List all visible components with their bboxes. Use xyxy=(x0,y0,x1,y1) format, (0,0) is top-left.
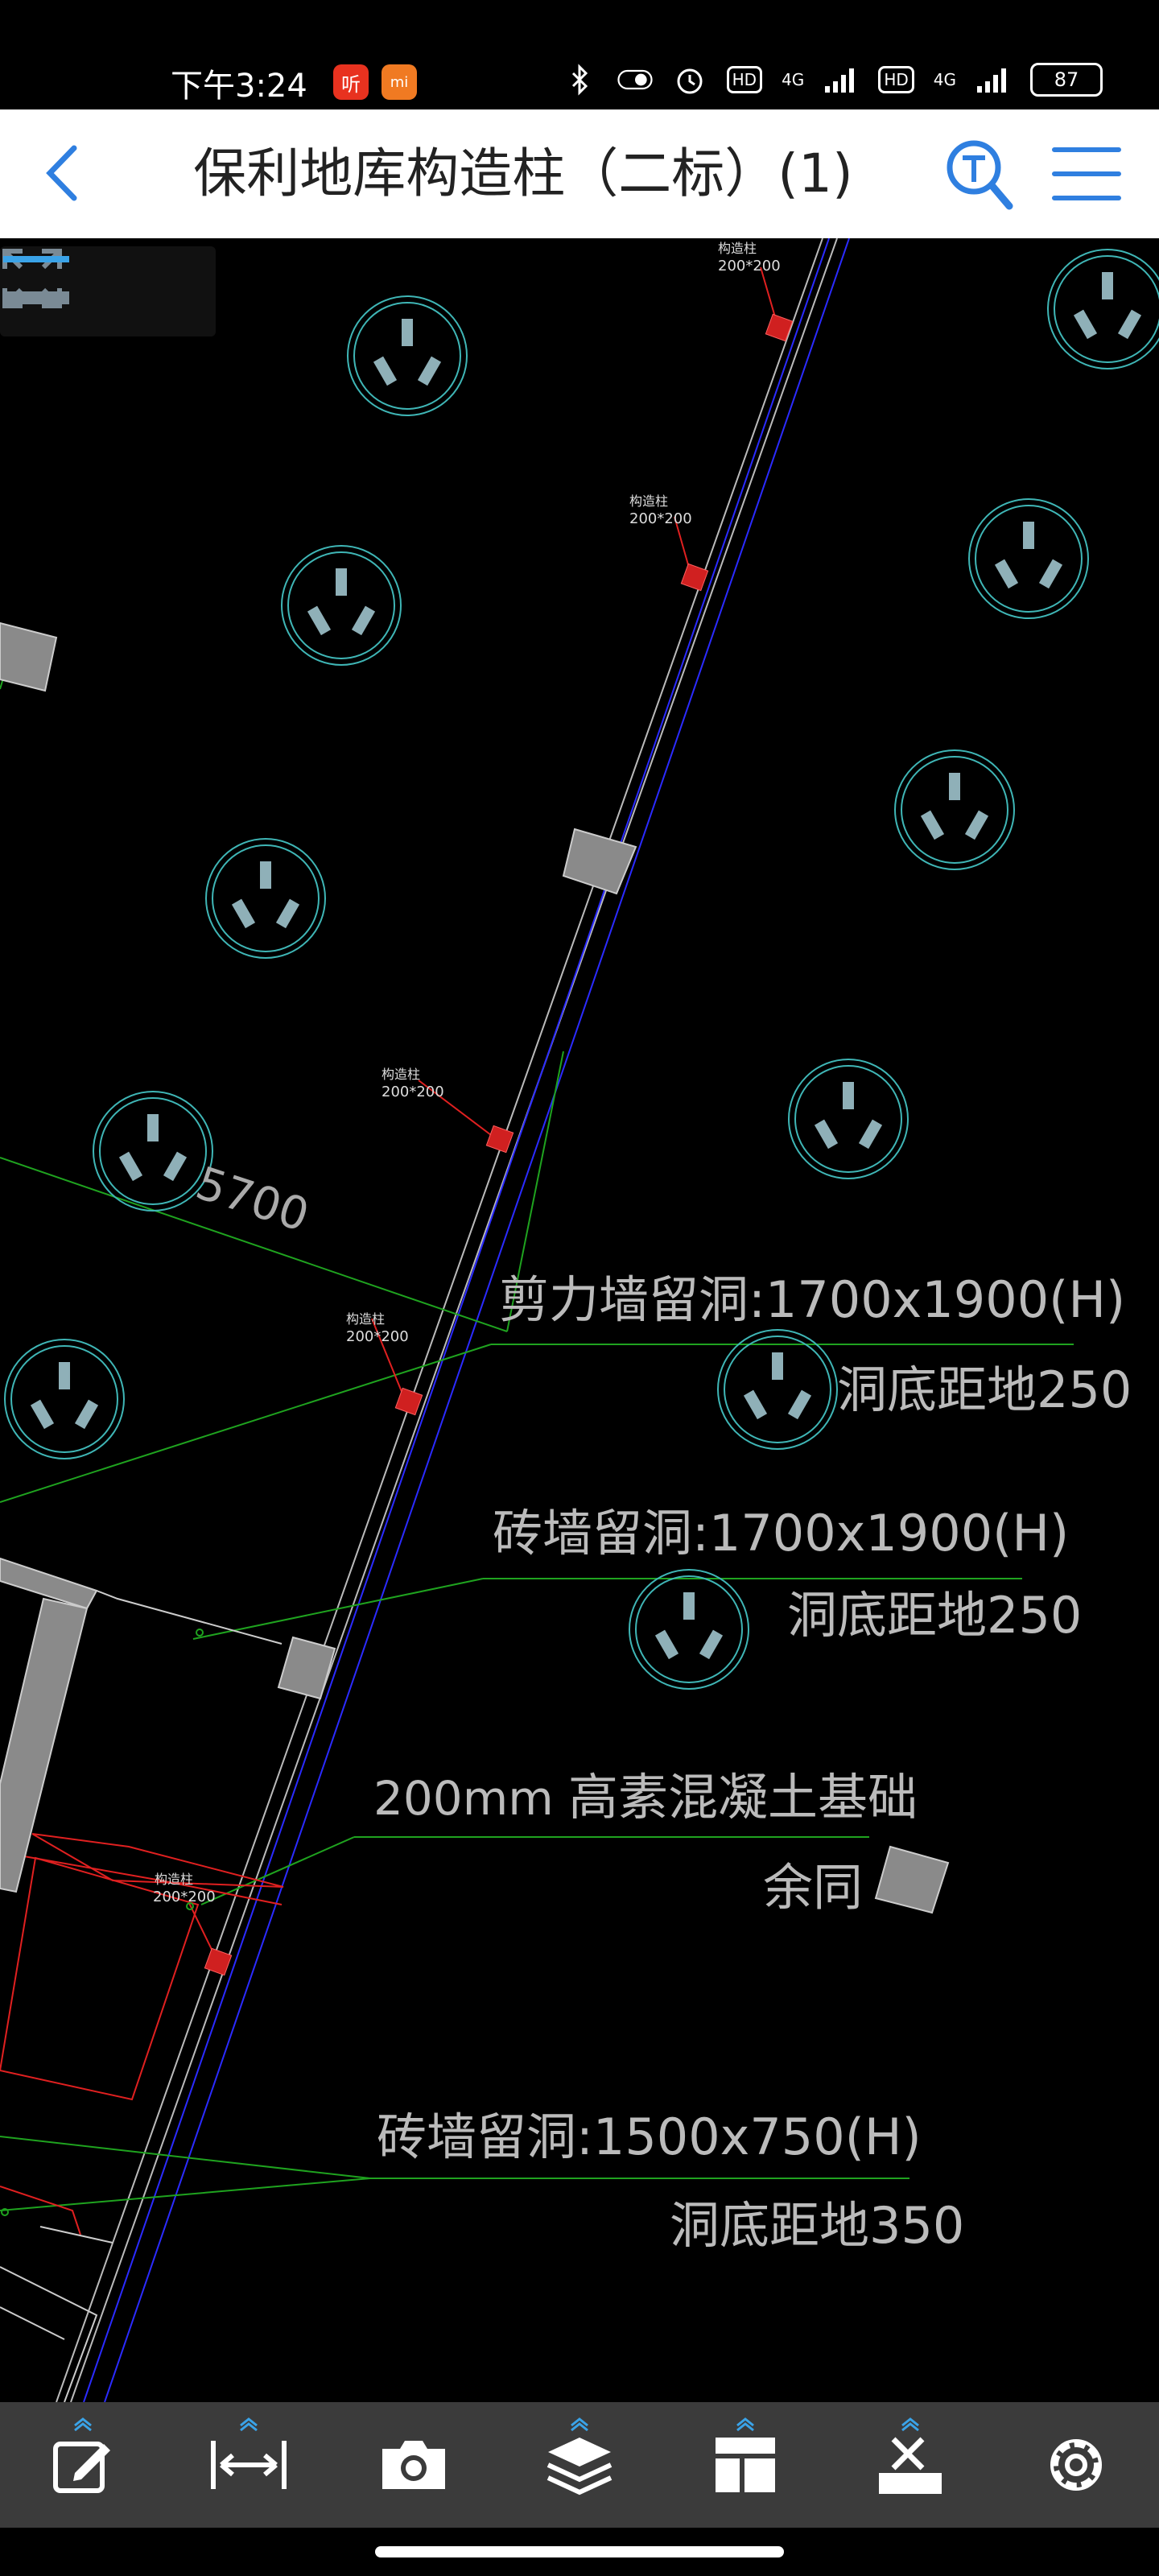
notification-badge-mi: mi xyxy=(382,64,417,100)
status-bar: 下午3:24 听 mi HD 4G HD 4G 87 xyxy=(0,0,1159,109)
layout-button[interactable] xyxy=(697,2413,794,2517)
settings-icon xyxy=(1050,2439,1103,2491)
thickness-note: 200mm xyxy=(373,1771,554,1826)
red-details xyxy=(0,266,778,2235)
app-header: 保利地库构造柱（二标）(1) xyxy=(0,109,1159,240)
brick-wall-hole-note: 砖墙留洞:1700x1900(H) xyxy=(493,1504,1069,1563)
leader-lines xyxy=(0,656,1074,2211)
toolbox-icon xyxy=(879,2437,942,2494)
back-button[interactable] xyxy=(32,137,105,209)
system-nav-bar xyxy=(0,2528,1159,2576)
page-title: 保利地库构造柱（二标）(1) xyxy=(193,142,853,204)
screenshot-button[interactable] xyxy=(365,2413,462,2517)
socket-symbol xyxy=(629,1569,749,1690)
socket-symbols xyxy=(4,249,1159,1690)
edit-icon xyxy=(52,2442,110,2493)
chevron-left-icon xyxy=(46,145,77,201)
socket-symbol xyxy=(717,1329,838,1450)
col-size-2: 200*200 xyxy=(629,510,692,527)
annotate-button[interactable] xyxy=(35,2413,131,2517)
text-search-icon xyxy=(947,140,1013,210)
layers-button[interactable] xyxy=(531,2413,628,2517)
notification-badge-ting: 听 xyxy=(333,64,369,100)
menu-button[interactable] xyxy=(1046,142,1127,206)
text-search-button[interactable] xyxy=(942,134,1014,214)
socket-symbol xyxy=(347,295,468,416)
view-controls xyxy=(0,246,216,336)
camera-icon xyxy=(382,2441,446,2489)
hd-indicator-2: HD xyxy=(878,66,914,93)
signal-icon-2 xyxy=(975,64,1011,96)
battery-indicator: 87 xyxy=(1030,63,1103,97)
foundation-note: 高素混凝土基础 xyxy=(568,1768,918,1827)
col-label-4: 构造柱 xyxy=(346,1311,385,1327)
signal-icon-1 xyxy=(823,64,859,96)
home-indicator[interactable] xyxy=(375,2546,784,2557)
measure-button[interactable] xyxy=(200,2413,297,2517)
socket-symbol xyxy=(894,749,1015,870)
settings-button[interactable] xyxy=(1028,2413,1124,2517)
brick-wall-hole2-bottom: 洞底距地350 xyxy=(670,2196,964,2255)
brick-wall-hole2-note: 砖墙留洞:1500x750(H) xyxy=(377,2107,922,2166)
status-time: 下午3:24 xyxy=(171,68,307,105)
socket-symbol xyxy=(968,498,1089,619)
bluetooth-icon xyxy=(563,64,598,96)
expand-up-icon xyxy=(239,2417,258,2432)
layout-icon xyxy=(715,2438,775,2492)
socket-symbol xyxy=(1047,249,1159,369)
alarm-icon xyxy=(672,64,707,96)
col-label-5: 构造柱 xyxy=(155,1872,193,1887)
expand-up-icon xyxy=(736,2417,754,2432)
shear-wall-hole-bottom: 洞底距地250 xyxy=(837,1360,1132,1419)
network-4g-2: 4G xyxy=(933,70,956,89)
expand-up-icon xyxy=(901,2417,920,2432)
hamburger-menu-icon xyxy=(1052,147,1121,200)
hd-indicator-1: HD xyxy=(726,66,763,93)
socket-symbol xyxy=(205,838,326,959)
drawing-annotations: 构造柱 200*200 构造柱 200*200 构造柱 200*200 构造柱 … xyxy=(153,241,1132,2255)
measure-icon xyxy=(210,2441,287,2489)
socket-symbol xyxy=(788,1059,909,1179)
construction-columns xyxy=(204,313,794,1976)
col-label-1: 构造柱 xyxy=(718,241,757,256)
toggle-icon xyxy=(617,64,653,96)
drawing-canvas[interactable]: 构造柱 200*200 构造柱 200*200 构造柱 200*200 构造柱 … xyxy=(0,238,1159,2402)
toolbox-button[interactable] xyxy=(862,2413,959,2517)
layer-toggle-icon[interactable] xyxy=(0,246,72,311)
socket-symbol xyxy=(281,545,402,666)
socket-symbol xyxy=(4,1339,125,1459)
col-label-2: 构造柱 xyxy=(629,493,668,509)
bottom-toolbar xyxy=(0,2402,1159,2528)
network-4g-1: 4G xyxy=(782,70,805,89)
col-size-5: 200*200 xyxy=(153,1889,216,1905)
same-note: 余同 xyxy=(763,1858,863,1917)
cad-drawing: 构造柱 200*200 构造柱 200*200 构造柱 200*200 构造柱 … xyxy=(0,238,1159,2402)
col-size-1: 200*200 xyxy=(718,258,781,275)
shear-wall-hole-note: 剪力墙留洞:1700x1900(H) xyxy=(499,1270,1125,1329)
col-label-3: 构造柱 xyxy=(382,1067,420,1082)
expand-up-icon xyxy=(571,2417,588,2432)
expand-up-icon xyxy=(73,2417,92,2432)
status-icons: HD 4G HD 4G 87 xyxy=(563,63,1103,97)
layers-icon xyxy=(547,2438,612,2496)
col-size-4: 200*200 xyxy=(346,1328,409,1345)
col-size-3: 200*200 xyxy=(382,1084,444,1100)
brick-wall-hole-bottom: 洞底距地250 xyxy=(787,1586,1082,1645)
